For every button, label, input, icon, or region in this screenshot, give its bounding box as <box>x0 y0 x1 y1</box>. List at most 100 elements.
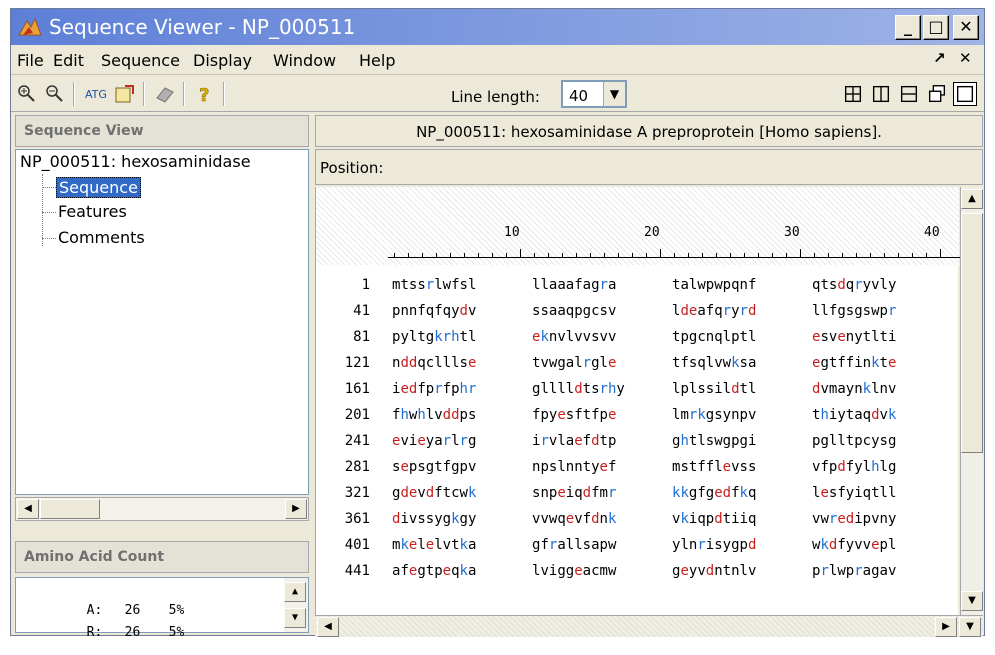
sequence-block[interactable]: talwpwpqnf <box>672 277 756 293</box>
cascade-icon[interactable] <box>925 82 949 106</box>
sequence-block[interactable]: llfgsgswpr <box>812 303 896 319</box>
scroll-down-icon[interactable]: ▼ <box>284 608 306 628</box>
scroll-left-icon[interactable]: ◀ <box>17 499 39 519</box>
sequence-block[interactable]: tfsqlvwksa <box>672 355 756 371</box>
tree-item-sequence[interactable]: Sequence <box>56 177 141 198</box>
sequence-block[interactable]: vwredipvny <box>812 511 896 527</box>
scroll-thumb[interactable] <box>961 213 983 453</box>
eraser-icon[interactable] <box>153 82 177 106</box>
close-button[interactable]: ✕ <box>953 15 979 40</box>
scroll-left-icon[interactable]: ◀ <box>317 617 339 637</box>
zoom-out-icon[interactable] <box>43 82 67 106</box>
sequence-block[interactable]: sepsgtfgpv <box>392 459 476 475</box>
sequence-block[interactable]: prlwpragav <box>812 563 896 579</box>
help-icon[interactable]: ? <box>193 82 217 106</box>
minimize-button[interactable]: _ <box>895 15 921 40</box>
scroll-right-icon[interactable]: ▶ <box>285 499 307 519</box>
swap-icon[interactable]: ATG <box>83 82 107 106</box>
sequence-block[interactable]: ssaaqpgcsv <box>532 303 616 319</box>
ruler-tick <box>870 253 871 257</box>
sequence-block[interactable]: vkiqpdtiiq <box>672 511 756 527</box>
sequence-block[interactable]: afegtpeqka <box>392 563 476 579</box>
menu-help[interactable]: Help <box>359 51 395 70</box>
export-icon[interactable] <box>113 82 137 106</box>
tree-root[interactable]: NP_000511: hexosaminidase <box>20 152 304 171</box>
sequence-block[interactable]: eknvlvvsvv <box>532 329 616 345</box>
sequence-block[interactable]: glllldtsrhy <box>532 381 625 397</box>
sequence-block[interactable]: qtsdqryvly <box>812 277 896 293</box>
sequence-block[interactable]: gdevdftcwk <box>392 485 476 501</box>
sequence-view-header: Sequence View <box>15 115 309 147</box>
sequence-block[interactable]: ylnrisygpd <box>672 537 756 553</box>
ruler-label: 20 <box>644 225 660 240</box>
sequence-block[interactable]: pyltgkrhtl <box>392 329 476 345</box>
count-vertical-scrollbar[interactable]: ▲ ▼ <box>284 578 308 632</box>
sequence-block[interactable]: nddqclllse <box>392 355 476 371</box>
sequence-block[interactable]: vfpdfylhlg <box>812 459 896 475</box>
sequence-block[interactable]: tpgcnqlptl <box>672 329 756 345</box>
sequence-block[interactable]: pnnfqfqydv <box>392 303 476 319</box>
menu-sequence[interactable]: Sequence <box>101 51 180 70</box>
sequence-block[interactable]: tvwgalrgle <box>532 355 616 371</box>
zoom-in-icon[interactable] <box>15 82 39 106</box>
tree-item-features[interactable]: Features <box>56 202 129 221</box>
sequence-block[interactable]: egtffinkte <box>812 355 896 371</box>
ruler-tick <box>562 253 563 257</box>
scroll-up-icon[interactable]: ▲ <box>961 189 983 209</box>
undock-icon[interactable]: ↗ <box>933 49 946 67</box>
sequence-block[interactable]: iedfprfphr <box>392 381 476 397</box>
sequence-block[interactable]: npslnntyef <box>532 459 616 475</box>
sequence-block[interactable]: gfrallsapw <box>532 537 616 553</box>
ruler-tick <box>772 253 773 257</box>
menu-window[interactable]: Window <box>273 51 336 70</box>
sequence-block[interactable]: llaaafagra <box>532 277 616 293</box>
maximize-button[interactable]: □ <box>923 15 949 40</box>
sequence-block[interactable]: irvlaefdtp <box>532 433 616 449</box>
sequence-block[interactable]: mtssrlwfsl <box>392 277 476 293</box>
tree-item-comments[interactable]: Comments <box>56 228 147 247</box>
sequence-block[interactable]: thiytaqdvk <box>812 407 896 423</box>
scroll-up-icon[interactable]: ▲ <box>284 582 306 602</box>
sequence-block[interactable]: snpeiqdfmr <box>532 485 616 501</box>
scroll-thumb[interactable] <box>40 499 100 519</box>
sequence-block[interactable]: ldeafqryrd <box>672 303 756 319</box>
sequence-block[interactable]: evieyarlrg <box>392 433 476 449</box>
grid-layout-icon[interactable] <box>841 82 865 106</box>
sequence-block[interactable]: dvmaynklnv <box>812 381 896 397</box>
sequence-display[interactable]: 10 20 30 40 1 mtssrlwfsl llaaafagra talwpwp… <box>315 187 960 615</box>
chevron-down-icon[interactable]: ▼ <box>603 82 625 106</box>
sequence-block[interactable]: fpyesftfpe <box>532 407 616 423</box>
sequence-block[interactable]: mstfflevss <box>672 459 756 475</box>
tree-connector <box>42 187 56 188</box>
sequence-block[interactable]: mkelelvtka <box>392 537 476 553</box>
sequence-block[interactable]: vvwqevfdnk <box>532 511 616 527</box>
scroll-down-icon[interactable]: ▼ <box>961 591 983 611</box>
sequence-block[interactable]: esvenytlti <box>812 329 896 345</box>
sequence-block[interactable]: kkgfgedfkq <box>672 485 756 501</box>
sequence-block[interactable]: lviggeacmw <box>532 563 616 579</box>
sequence-block[interactable]: lesfyiqtll <box>812 485 896 501</box>
single-view-icon[interactable] <box>953 82 977 106</box>
sequence-block[interactable]: ghtlswgpgi <box>672 433 756 449</box>
scroll-down-icon[interactable]: ▼ <box>959 617 981 637</box>
sequence-block[interactable]: lplssildtl <box>672 381 756 397</box>
sequence-block[interactable]: divssygkgy <box>392 511 476 527</box>
menu-edit[interactable]: Edit <box>53 51 84 70</box>
sequence-block[interactable]: wkdfyvvepl <box>812 537 896 553</box>
scroll-right-icon[interactable]: ▶ <box>935 617 957 637</box>
close-document-icon[interactable]: ✕ <box>959 49 972 67</box>
sequence-block[interactable]: fhwhlvddps <box>392 407 476 423</box>
sequence-block[interactable]: lmrkgsynpv <box>672 407 756 423</box>
menu-file[interactable]: File <box>17 51 44 70</box>
horizontal-split-icon[interactable] <box>897 82 921 106</box>
vertical-split-icon[interactable] <box>869 82 893 106</box>
sequence-block[interactable]: geyvdntnlv <box>672 563 756 579</box>
title-bar[interactable]: Sequence Viewer - NP_000511 _ □ ✕ <box>11 9 984 45</box>
count-row: R: 26 5% <box>86 625 185 640</box>
tree-horizontal-scrollbar[interactable]: ◀ ▶ <box>15 497 309 521</box>
sequence-block[interactable]: pglltpcysg <box>812 433 896 449</box>
sequence-vertical-scrollbar[interactable]: ▲ ▼ <box>960 187 983 615</box>
menu-display[interactable]: Display <box>193 51 252 70</box>
line-length-select[interactable]: 40 ▼ <box>561 80 627 108</box>
sequence-horizontal-scrollbar[interactable]: ◀ ▶ ▼ <box>315 615 983 637</box>
